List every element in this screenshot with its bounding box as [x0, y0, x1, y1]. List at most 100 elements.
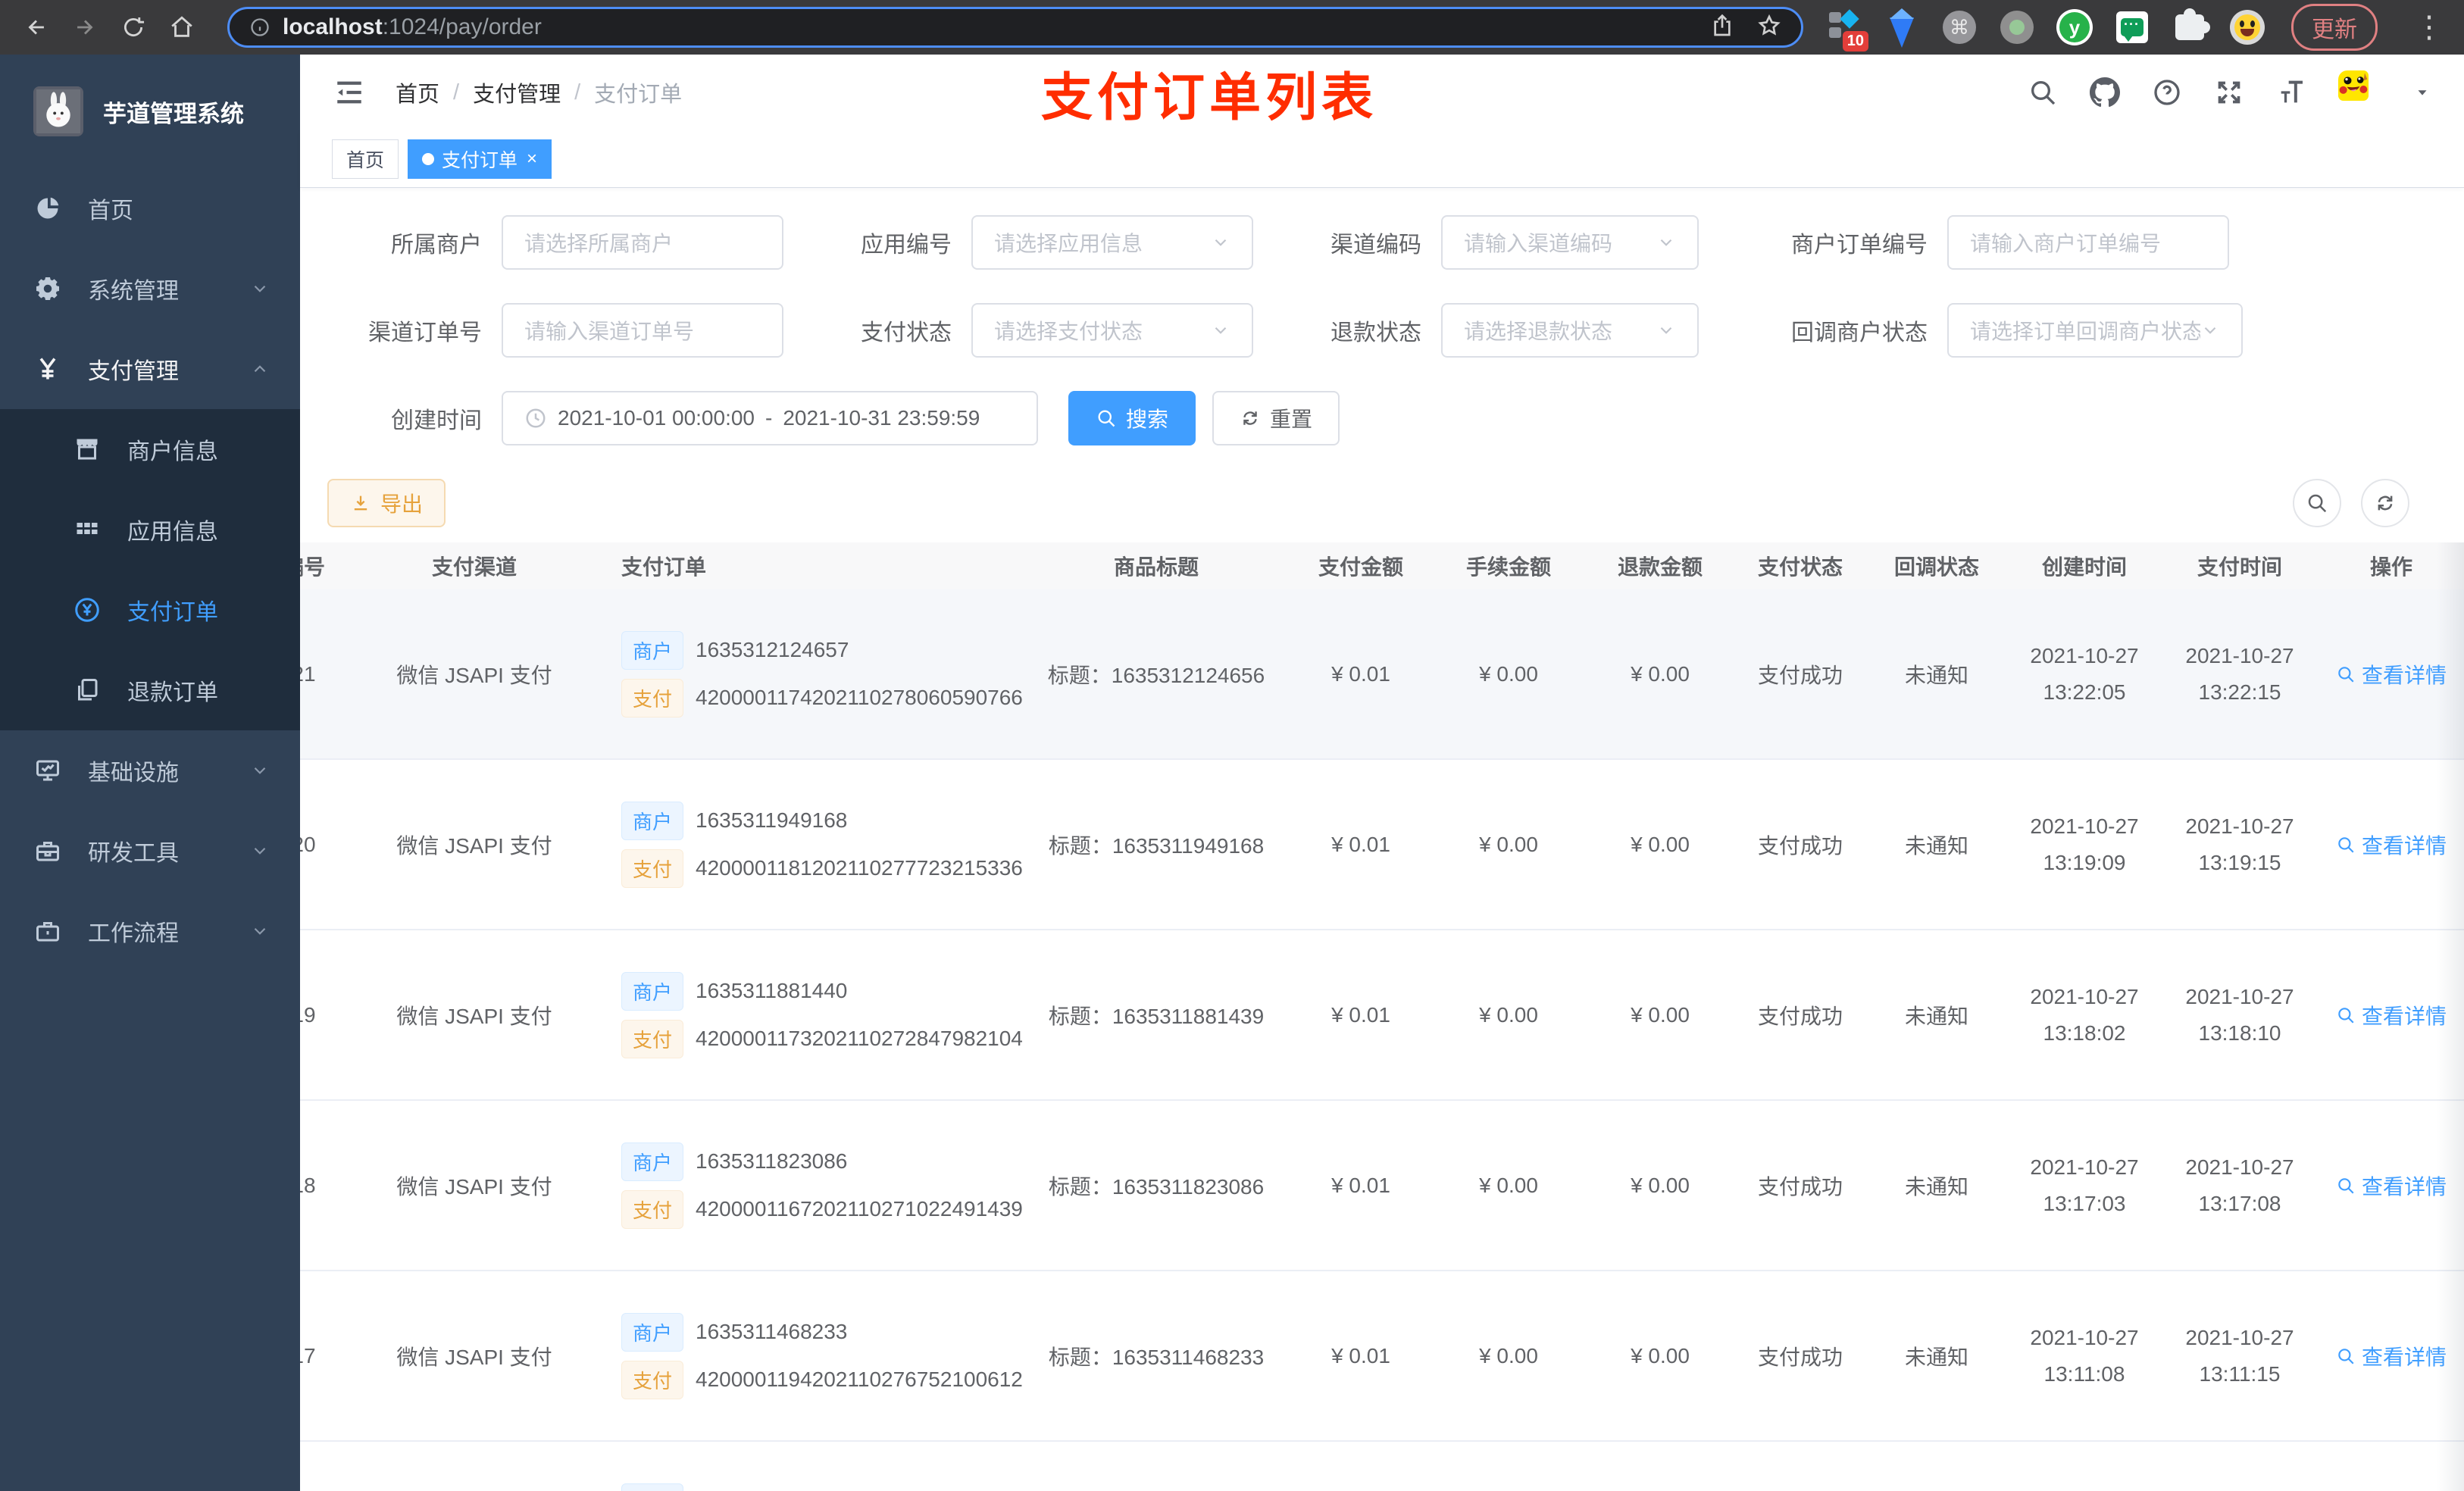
toggle-search-button[interactable]	[2293, 479, 2341, 527]
sidebar-item-workflow[interactable]: 工作流程	[0, 891, 300, 971]
merchant-input[interactable]: 请选择所属商户	[502, 215, 783, 270]
grid-icon	[73, 515, 102, 544]
table-header: 编号 支付渠道 支付订单 商品标题 支付金额 手续金额 退款金额 支付状态 回调…	[300, 542, 2464, 589]
pay-channel: 微信 JSAPI 支付	[396, 1174, 552, 1199]
chevron-down-icon	[250, 761, 270, 780]
notify-status-select[interactable]: 请选择订单回调商户状态	[1947, 303, 2243, 358]
chevron-down-icon	[250, 921, 270, 941]
paid-time: 2021-10-27 13:17:08	[2185, 1155, 2294, 1215]
pay-status-select[interactable]: 请选择支付状态	[971, 303, 1253, 358]
browser-reload-icon[interactable]	[117, 11, 150, 44]
font-size-icon[interactable]	[2276, 77, 2306, 108]
emoji-profile-icon[interactable]	[2229, 9, 2265, 45]
search-icon[interactable]	[2028, 77, 2058, 108]
chevron-down-icon	[250, 841, 270, 861]
chevron-down-icon	[1211, 233, 1230, 252]
fee-amount: ¥ 0.00	[1479, 1002, 1538, 1027]
recorder-extension-icon[interactable]	[1999, 9, 2035, 45]
kite-extension-icon[interactable]	[1884, 8, 1920, 48]
reset-button[interactable]: 重置	[1212, 391, 1340, 445]
breadcrumb-pay-management[interactable]: 支付管理	[473, 77, 561, 108]
browser-update-button[interactable]: 更新	[2291, 4, 2378, 51]
view-detail-link[interactable]: 查看详情	[2336, 1341, 2447, 1371]
channel-order-no: 4200001173202110272847982104	[696, 1027, 1023, 1050]
browser-back-icon[interactable]	[20, 11, 53, 44]
merchant-tag: 商户	[621, 1312, 684, 1352]
fullscreen-icon[interactable]	[2214, 77, 2244, 108]
chat-extension-icon[interactable]	[2114, 9, 2150, 45]
dashboard-icon	[33, 194, 62, 223]
view-detail-link[interactable]: 查看详情	[2336, 830, 2447, 860]
sidebar-item-app-info[interactable]: 应用信息	[0, 489, 300, 570]
product-title: 标题：1635311823086	[1048, 1174, 1265, 1199]
puzzle-extensions-icon[interactable]	[2172, 8, 2210, 45]
pay-channel: 微信 JSAPI 支付	[396, 663, 552, 687]
github-icon[interactable]	[2090, 77, 2120, 108]
create-time-range-input[interactable]: 2021-10-01 00:00:00 - 2021-10-31 23:59:5…	[502, 391, 1038, 445]
pay-channel: 微信 JSAPI 支付	[396, 1345, 552, 1369]
y-logo-extension-icon[interactable]: y	[2056, 9, 2093, 45]
sidebar-item-dev-tools[interactable]: 研发工具	[0, 811, 300, 891]
notify-status: 未通知	[1904, 833, 1968, 858]
command-extension-icon[interactable]: ⌘	[1941, 9, 1978, 45]
sidebar-item-system[interactable]: 系统管理	[0, 248, 300, 329]
tab-manager-extension-icon[interactable]: 10	[1826, 9, 1868, 52]
sidebar-item-refund-order[interactable]: 退款订单	[0, 650, 300, 730]
browser-chrome: localhost:1024/pay/order 10 ⌘ y 更新 ⋮	[0, 0, 2464, 55]
channel-order-no-input[interactable]: 请输入渠道订单号	[502, 303, 783, 358]
product-title: 标题：1635311881439	[1048, 1004, 1265, 1028]
table-body: 21 微信 JSAPI 支付 商户 1635312124657 支付 42000…	[300, 589, 2464, 1491]
browser-forward-icon[interactable]	[68, 11, 102, 44]
sidebar-item-pay-management[interactable]: 支付管理	[0, 329, 300, 409]
table-toolbar: 导出	[300, 479, 2464, 527]
merchant-order-no: 1635311949168	[696, 808, 848, 832]
avatar-dropdown-caret-icon[interactable]	[2414, 84, 2431, 101]
pay-order-cell: 商户 1635312124657 支付 42000011742021102780…	[596, 622, 1023, 727]
channel-code-select[interactable]: 请输入渠道编码	[1441, 215, 1699, 270]
sidebar: 芋道管理系统 首页 系统管理 支付管理 商户信息 应用信息 支付订单 退款订单 …	[0, 55, 300, 1491]
sidebar-item-merchant-info[interactable]: 商户信息	[0, 409, 300, 489]
yen-icon	[33, 355, 62, 383]
browser-home-icon[interactable]	[165, 11, 199, 44]
user-avatar[interactable]	[2338, 70, 2382, 114]
store-icon	[73, 435, 102, 464]
breadcrumb-home[interactable]: 首页	[396, 77, 439, 108]
table-row: 商户 1635311195796 支付	[300, 1442, 2464, 1491]
address-bar[interactable]: localhost:1024/pay/order	[227, 7, 1803, 48]
pay-order-cell: 商户 1635311823086 支付 42000011672021102710…	[596, 1133, 1023, 1238]
page-info-icon[interactable]	[249, 17, 270, 38]
view-detail-link[interactable]: 查看详情	[2336, 659, 2447, 689]
toolbox-icon	[33, 836, 62, 865]
view-detail-link[interactable]: 查看详情	[2336, 1000, 2447, 1030]
sidebar-item-pay-order[interactable]: 支付订单	[0, 570, 300, 650]
merchant-tag: 商户	[621, 801, 684, 840]
pay-tag: 支付	[621, 1019, 684, 1058]
search-button[interactable]: 搜索	[1068, 391, 1196, 445]
tab-pay-order[interactable]: 支付订单 ×	[408, 139, 552, 179]
sidebar-item-infrastructure[interactable]: 基础设施	[0, 730, 300, 811]
paid-time: 2021-10-27 13:11:15	[2185, 1325, 2294, 1386]
merchant-tag: 商户	[621, 1483, 684, 1491]
sidebar-collapse-icon[interactable]	[333, 77, 365, 108]
export-button[interactable]: 导出	[327, 479, 446, 527]
share-icon[interactable]	[1710, 14, 1734, 42]
refund-status-select[interactable]: 请选择退款状态	[1441, 303, 1699, 358]
tab-home[interactable]: 首页	[332, 139, 399, 179]
browser-menu-icon[interactable]: ⋮	[2414, 11, 2444, 44]
help-icon[interactable]	[2152, 77, 2182, 108]
created-time: 2021-10-27 13:18:02	[2030, 984, 2139, 1045]
clock-icon	[524, 407, 547, 430]
merchant-order-no-input[interactable]: 请输入商户订单编号	[1947, 215, 2229, 270]
order-id: 17	[300, 1343, 316, 1368]
bookmark-star-icon[interactable]	[1757, 14, 1781, 42]
merchant-tag: 商户	[621, 1142, 684, 1181]
notify-status: 未通知	[1904, 1174, 1968, 1199]
refund-amount: ¥ 0.00	[1631, 1002, 1690, 1027]
pay-submenu: 商户信息 应用信息 支付订单 退款订单	[0, 409, 300, 730]
close-tab-icon[interactable]: ×	[527, 148, 537, 170]
app-id-select[interactable]: 请选择应用信息	[971, 215, 1253, 270]
refund-amount: ¥ 0.00	[1631, 1173, 1690, 1197]
refresh-table-button[interactable]	[2361, 479, 2409, 527]
sidebar-item-home[interactable]: 首页	[0, 168, 300, 248]
view-detail-link[interactable]: 查看详情	[2336, 1171, 2447, 1201]
